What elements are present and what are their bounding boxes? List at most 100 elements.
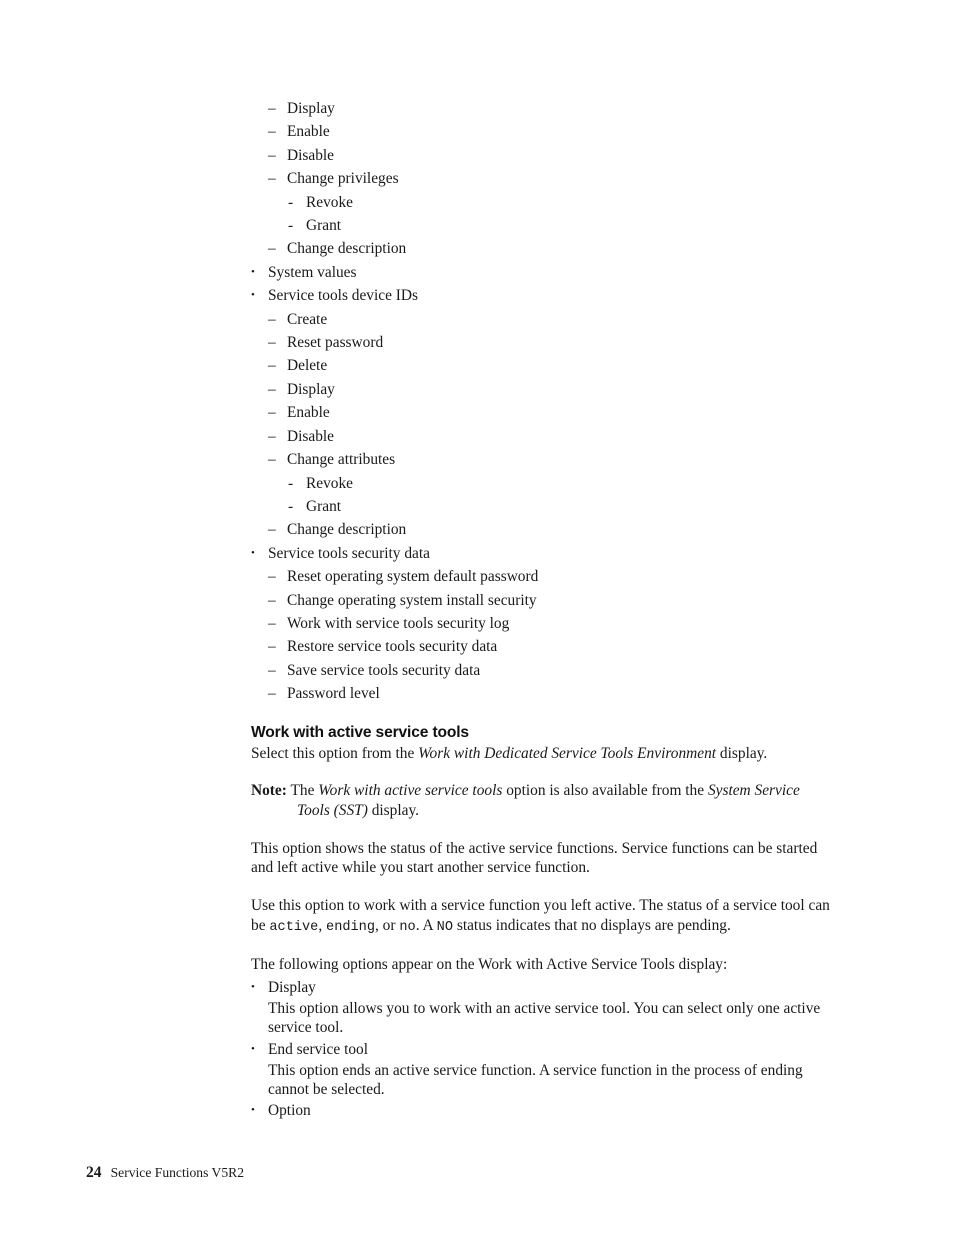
- outline-item-label: Save service tools security data: [287, 661, 481, 679]
- option-description: This option ends an active service funct…: [268, 1061, 803, 1099]
- outline-item: – Password level: [251, 682, 836, 705]
- outline-item: – Disable: [251, 144, 836, 167]
- outline-item: • Service tools device IDs: [251, 284, 836, 307]
- outline-item: - Revoke: [251, 472, 836, 495]
- bullet-icon: •: [251, 265, 255, 278]
- page-footer: 24 Service Functions V5R2: [86, 1164, 244, 1182]
- options-intro-paragraph: The following options appear on the Work…: [251, 956, 728, 974]
- en-dash-icon: –: [268, 123, 276, 141]
- option-description: This option allows you to work with an a…: [268, 999, 821, 1037]
- option-list-item: • Display: [251, 976, 836, 999]
- en-dash-icon: –: [268, 591, 276, 609]
- outline-item-label: Work with service tools security log: [287, 614, 510, 632]
- outline-item: – Enable: [251, 120, 836, 143]
- option-label: End service tool: [268, 1040, 369, 1058]
- outline-item-label: Disable: [287, 146, 335, 164]
- outline-item: – Create: [251, 308, 836, 331]
- note-text-3: display.: [367, 801, 420, 819]
- status-value-ending: ending: [326, 919, 375, 935]
- outline-item: – Display: [251, 378, 836, 401]
- outline-item-label: Revoke: [306, 193, 354, 211]
- en-dash-icon: –: [268, 614, 276, 632]
- outline-item: – Change description: [251, 237, 836, 260]
- en-dash-icon: –: [268, 170, 276, 188]
- page-content: – Display – Enable – Disable – Change privilege…: [251, 97, 836, 1122]
- outline-item: - Revoke: [251, 191, 836, 214]
- outline-item-label: Service tools security data: [268, 544, 430, 562]
- hyphen-icon: -: [288, 217, 294, 235]
- outline-item-label: Change privileges: [287, 170, 399, 188]
- outline-item: – Enable: [251, 401, 836, 424]
- outline-item-label: System values: [268, 263, 357, 281]
- note-text-1: The: [286, 782, 319, 800]
- hyphen-icon: -: [288, 497, 294, 515]
- outline-item-label: Enable: [287, 123, 330, 141]
- option-list-item: • Option: [251, 1099, 836, 1122]
- outline-item-label: Reset operating system default password: [287, 568, 539, 586]
- p2-text-3: , or: [374, 916, 400, 934]
- en-dash-icon: –: [268, 521, 276, 539]
- p2-text-5: status indicates that no displays are pe…: [452, 916, 731, 934]
- outline-item: – Save service tools security data: [251, 659, 836, 682]
- paragraph-status-values: Use this option to work with a service f…: [251, 896, 836, 937]
- en-dash-icon: –: [268, 380, 276, 398]
- document-page: – Display – Enable – Disable – Change privilege…: [0, 0, 954, 1235]
- outline-item: – Reset password: [251, 331, 836, 354]
- outline-list: – Display – Enable – Disable – Change privilege…: [251, 97, 836, 706]
- en-dash-icon: –: [268, 661, 276, 679]
- outline-item: – Restore service tools security data: [251, 635, 836, 658]
- outline-item: – Change privileges: [251, 167, 836, 190]
- outline-item: • Service tools security data: [251, 542, 836, 565]
- intro-text-after: display.: [716, 744, 768, 762]
- option-list-item: • End service tool: [251, 1038, 836, 1061]
- status-value-active: active: [269, 919, 319, 935]
- outline-item-label: Change description: [287, 521, 407, 539]
- outline-item-label: Revoke: [306, 474, 354, 492]
- bullet-icon: •: [251, 289, 255, 302]
- en-dash-icon: –: [268, 427, 276, 445]
- page-number: 24: [86, 1164, 102, 1181]
- note-italic-1: Work with active service tools: [318, 782, 503, 800]
- en-dash-icon: –: [268, 334, 276, 352]
- outline-item: – Change attributes: [251, 448, 836, 471]
- option-label: Option: [268, 1102, 311, 1120]
- en-dash-icon: –: [268, 568, 276, 586]
- outline-item-label: Grant: [306, 497, 342, 515]
- bullet-icon: •: [251, 980, 255, 993]
- outline-item: • System values: [251, 261, 836, 284]
- footer-document-title: Service Functions V5R2: [110, 1165, 245, 1180]
- outline-item: – Change description: [251, 518, 836, 541]
- en-dash-icon: –: [268, 404, 276, 422]
- outline-item-label: Change operating system install security: [287, 591, 537, 609]
- outline-item: - Grant: [251, 495, 836, 518]
- bullet-icon: •: [251, 1104, 255, 1117]
- bullet-icon: •: [251, 546, 255, 559]
- status-value-no-upper: NO: [436, 919, 453, 935]
- en-dash-icon: –: [268, 685, 276, 703]
- note-text-2: option is also available from the: [502, 782, 708, 800]
- outline-item-label: Display: [287, 380, 335, 398]
- p2-text-4: . A: [415, 916, 437, 934]
- outline-item: – Delete: [251, 354, 836, 377]
- en-dash-icon: –: [268, 310, 276, 328]
- outline-item: – Display: [251, 97, 836, 120]
- outline-item-label: Display: [287, 100, 335, 117]
- options-list: • Display This option allows you to work w…: [251, 976, 836, 1123]
- option-label: Display: [268, 978, 316, 996]
- section-intro-paragraph: Select this option from the Work with De…: [251, 744, 836, 763]
- en-dash-icon: –: [268, 100, 276, 117]
- outline-item-label: Enable: [287, 404, 330, 422]
- outline-item: - Grant: [251, 214, 836, 237]
- hyphen-icon: -: [288, 193, 294, 211]
- outline-item-label: Password level: [287, 685, 380, 703]
- en-dash-icon: –: [268, 146, 276, 164]
- p2-text-2: ,: [318, 916, 327, 934]
- en-dash-icon: –: [268, 357, 276, 375]
- en-dash-icon: –: [268, 451, 276, 469]
- bullet-icon: •: [251, 1042, 255, 1055]
- en-dash-icon: –: [268, 638, 276, 656]
- outline-item-label: Create: [287, 310, 328, 328]
- outline-item-label: Reset password: [287, 334, 384, 352]
- status-value-no: no: [399, 919, 416, 935]
- hyphen-icon: -: [288, 474, 294, 492]
